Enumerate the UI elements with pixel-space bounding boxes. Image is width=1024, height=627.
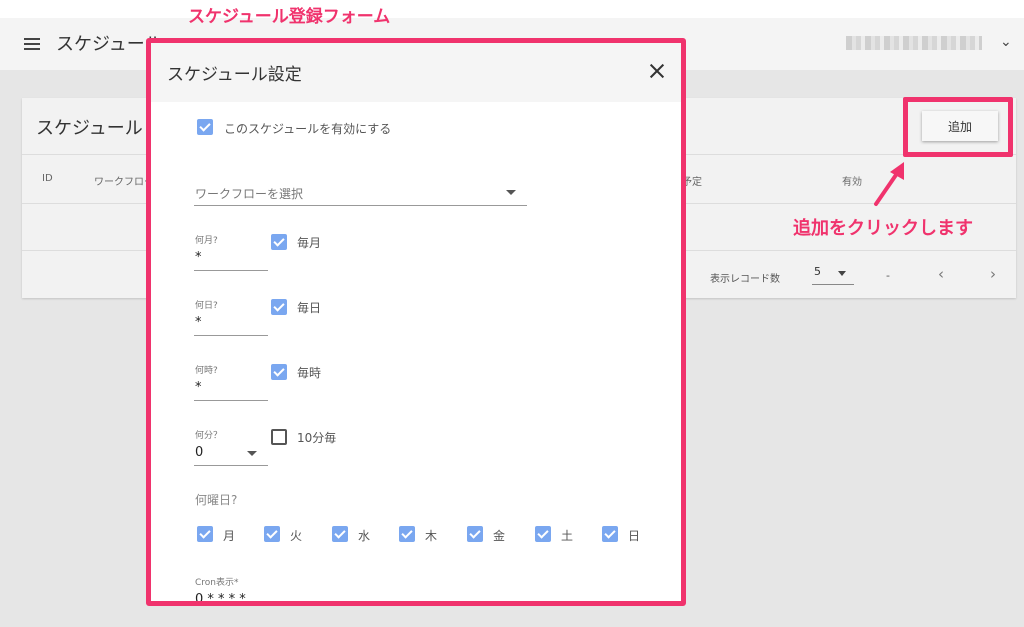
weekday-label-wed: 水 xyxy=(358,529,371,543)
weekday-checkbox-sun[interactable] xyxy=(602,526,618,542)
month-input-underline xyxy=(194,270,268,271)
weekday-checkbox-sat[interactable] xyxy=(535,526,551,542)
weekday-label-tue: 火 xyxy=(290,529,303,543)
every-month-label: 毎月 xyxy=(297,236,322,250)
column-next-run[interactable]: 予定 xyxy=(682,173,702,188)
workflow-select-underline xyxy=(194,205,527,206)
minute-label: 何分？ xyxy=(195,431,223,441)
rows-per-page-label: 表示レコード数 xyxy=(710,274,780,285)
page-range: - xyxy=(886,269,890,282)
month-label: 何月? xyxy=(195,236,218,246)
cron-label: Cron表示* xyxy=(195,578,239,588)
every-hour-checkbox[interactable] xyxy=(271,364,287,380)
weekday-label-sun: 日 xyxy=(628,529,641,543)
column-workflow[interactable]: ワークフロー xyxy=(94,173,154,188)
annotation-click-label: 追加をクリックします xyxy=(793,218,973,239)
minute-select-underline xyxy=(194,465,268,466)
hour-label: 何時? xyxy=(195,366,218,376)
weekday-label: 何曜日? xyxy=(195,493,238,507)
schedule-dialog: スケジュール設定 このスケジュールを有効にする ワークフローを選択 何月? * … xyxy=(150,42,683,602)
enable-checkbox[interactable] xyxy=(197,119,213,135)
cron-value[interactable]: 0 * * * * xyxy=(195,592,246,602)
every-day-checkbox[interactable] xyxy=(271,299,287,315)
hour-input[interactable]: * xyxy=(195,380,202,395)
chevron-down-icon[interactable]: ⌄ xyxy=(1000,34,1012,50)
chevron-left-icon[interactable]: ‹ xyxy=(938,265,944,283)
rows-per-page-select[interactable]: 5 xyxy=(812,265,854,285)
caret-down-icon[interactable] xyxy=(247,451,257,456)
every-day-label: 毎日 xyxy=(297,301,322,315)
card-title: スケジュール xyxy=(36,118,143,139)
minute-select[interactable]: 0 xyxy=(195,445,203,460)
dialog-title: スケジュール設定 xyxy=(167,65,302,85)
weekday-label-mon: 月 xyxy=(223,529,236,543)
weekday-checkbox-thu[interactable] xyxy=(399,526,415,542)
add-button-highlight-frame xyxy=(903,97,1013,157)
column-id[interactable]: ID xyxy=(42,173,53,184)
weekday-checkbox-fri[interactable] xyxy=(467,526,483,542)
rows-per-page-value: 5 xyxy=(814,265,821,278)
dialog-header: スケジュール設定 xyxy=(150,42,683,102)
column-enabled[interactable]: 有効 xyxy=(842,173,862,188)
enable-label: このスケジュールを有効にする xyxy=(224,122,392,136)
weekday-label-fri: 金 xyxy=(493,529,506,543)
every-10-minutes-checkbox[interactable] xyxy=(271,429,287,445)
hamburger-icon[interactable] xyxy=(24,38,40,50)
user-name-blurred[interactable] xyxy=(846,36,982,50)
annotation-arrow-icon xyxy=(874,162,904,206)
hour-input-underline xyxy=(194,400,268,401)
every-10-minutes-label: 10分毎 xyxy=(297,431,337,445)
day-input[interactable]: * xyxy=(195,315,202,330)
weekday-label-thu: 木 xyxy=(425,529,438,543)
every-month-checkbox[interactable] xyxy=(271,234,287,250)
every-hour-label: 毎時 xyxy=(297,366,322,380)
weekday-checkbox-tue[interactable] xyxy=(264,526,280,542)
caret-down-icon xyxy=(838,271,846,276)
close-icon[interactable] xyxy=(646,60,668,82)
caret-down-icon[interactable] xyxy=(506,190,516,195)
annotation-form-label: スケジュール登録フォーム xyxy=(188,7,391,27)
app-title: スケジュール xyxy=(56,34,163,55)
workflow-select-placeholder[interactable]: ワークフローを選択 xyxy=(195,185,303,202)
day-label: 何日? xyxy=(195,301,218,311)
weekday-label-sat: 土 xyxy=(561,529,574,543)
weekday-checkbox-mon[interactable] xyxy=(197,526,213,542)
month-input[interactable]: * xyxy=(195,250,202,265)
top-strip xyxy=(0,0,1024,18)
day-input-underline xyxy=(194,335,268,336)
chevron-right-icon[interactable]: › xyxy=(990,265,996,283)
weekday-checkbox-wed[interactable] xyxy=(332,526,348,542)
